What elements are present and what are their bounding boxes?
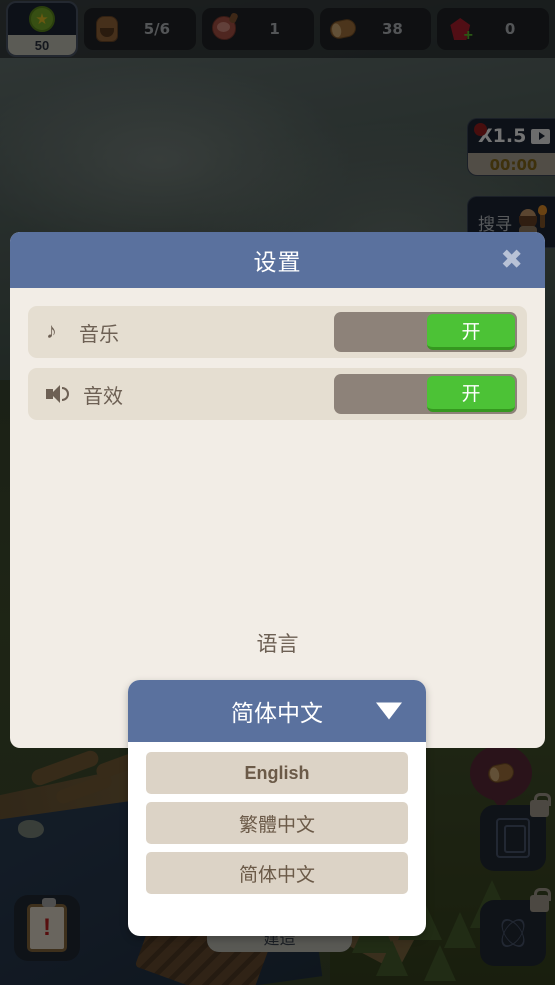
music-note-icon: ♪ <box>46 318 57 343</box>
settings-dialog: 设置 ✖ ♪ 音乐 开 音效 开 语言 简体中文 English 繁體中文 简体… <box>10 232 545 936</box>
music-toggle-state: 开 <box>427 314 515 350</box>
music-label: 音乐 <box>79 323 119 346</box>
language-dropdown-panel: 简体中文 English 繁體中文 简体中文 <box>128 680 426 936</box>
close-icon[interactable]: ✖ <box>500 246 523 274</box>
language-select-button[interactable]: 简体中文 <box>128 680 426 742</box>
music-label-group: ♪ 音乐 <box>46 318 119 347</box>
page-title: 设置 <box>253 249 302 275</box>
sound-effects-label: 音效 <box>83 385 123 408</box>
language-option-simplified-chinese[interactable]: 简体中文 <box>146 852 408 894</box>
game-screen: ★ 50 5/6 1 38 + 0 <box>0 0 555 985</box>
dialog-header: 设置 ✖ <box>10 232 545 288</box>
sound-effects-toggle-state: 开 <box>427 376 515 412</box>
setting-row-sound-effects: 音效 开 <box>28 368 527 420</box>
language-selected-value: 简体中文 <box>231 700 323 726</box>
chevron-down-icon <box>376 702 402 720</box>
language-option-traditional-chinese[interactable]: 繁體中文 <box>146 802 408 844</box>
setting-row-music: ♪ 音乐 开 <box>28 306 527 358</box>
sound-effects-toggle[interactable]: 开 <box>334 374 517 414</box>
language-option-list: English 繁體中文 简体中文 <box>128 742 426 894</box>
music-toggle[interactable]: 开 <box>334 312 517 352</box>
language-option-english[interactable]: English <box>146 752 408 794</box>
speaker-icon <box>46 384 70 404</box>
language-section-label: 语言 <box>256 633 299 656</box>
sound-label-group: 音效 <box>46 380 123 409</box>
dialog-body: ♪ 音乐 开 音效 开 语言 简体中文 English 繁體中文 简体中文 <box>10 288 545 936</box>
language-selector: 简体中文 English 繁體中文 简体中文 <box>128 680 426 936</box>
